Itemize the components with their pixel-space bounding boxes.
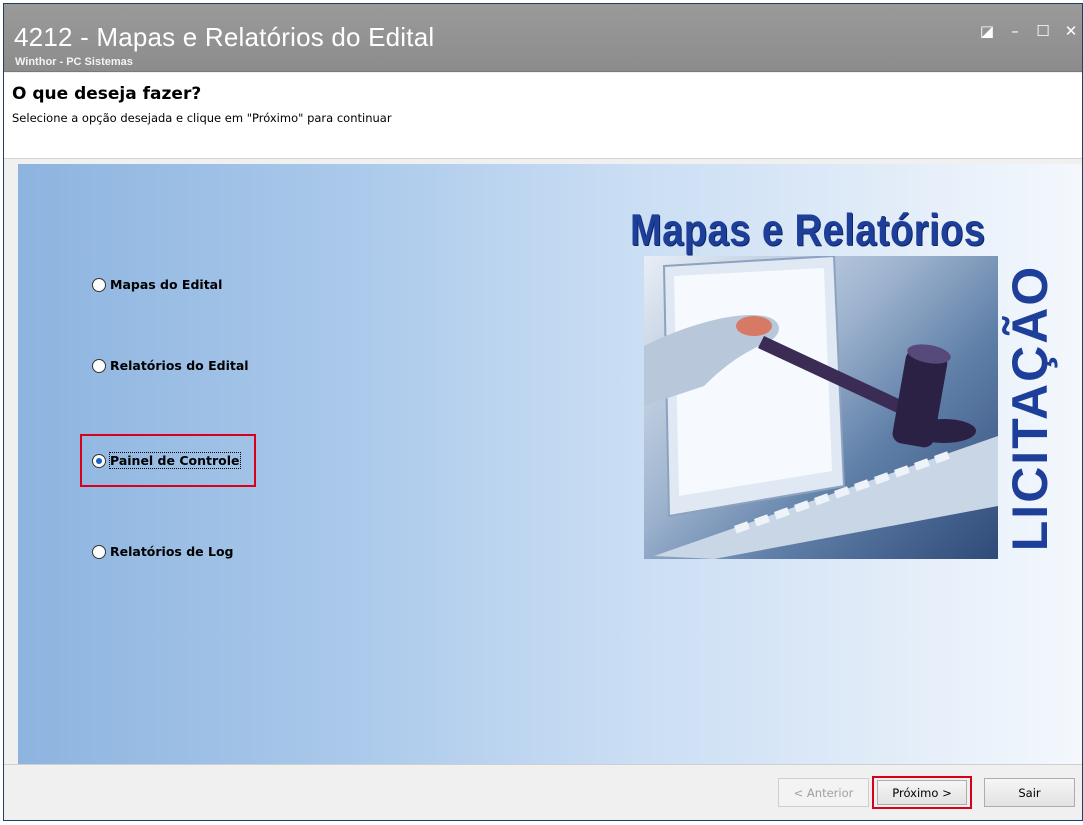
promo-title: Mapas e Relatórios <box>630 206 986 256</box>
radio-button-selected-icon[interactable] <box>92 453 106 468</box>
window-title: 4212 - Mapas e Relatórios do Edital <box>14 22 435 52</box>
app-window: 4212 - Mapas e Relatórios do Edital Wint… <box>3 3 1083 821</box>
minimize-icon[interactable]: – <box>1004 20 1026 42</box>
gavel-keyboard-image <box>644 256 998 559</box>
maximize-icon[interactable]: ☐ <box>1032 20 1054 42</box>
next-button[interactable]: Próximo > <box>877 780 967 805</box>
wizard-instructions: Selecione a opção desejada e clique em "… <box>12 111 392 125</box>
radio-label: Relatórios de Log <box>110 544 234 559</box>
radio-button-icon[interactable] <box>92 544 106 559</box>
radio-label: Painel de Controle <box>109 452 241 469</box>
radio-label: Relatórios do Edital <box>110 358 249 373</box>
back-button[interactable]: < Anterior <box>778 778 869 807</box>
wizard-header: O que deseja fazer? Selecione a opção de… <box>4 73 1082 159</box>
title-bar[interactable]: 4212 - Mapas e Relatórios do Edital Wint… <box>4 4 1082 72</box>
radio-relatorios-de-log[interactable]: Relatórios de Log <box>92 544 234 559</box>
radio-painel-de-controle[interactable]: Painel de Controle <box>92 452 241 469</box>
window-controls: ◪ – ☐ ✕ <box>976 20 1082 44</box>
options-panel: Mapas do Edital Relatórios do Edital Pai… <box>18 164 1082 764</box>
wizard-heading: O que deseja fazer? <box>12 84 202 104</box>
promo-side-text: LICITAÇÃO <box>1002 264 1059 551</box>
close-icon[interactable]: ✕ <box>1060 20 1082 42</box>
gavel-illustration <box>644 256 998 559</box>
radio-label: Mapas do Edital <box>110 277 223 292</box>
window-subtitle: Winthor - PC Sistemas <box>15 56 133 68</box>
exit-button[interactable]: Sair <box>984 778 1075 807</box>
radio-button-icon[interactable] <box>92 277 106 292</box>
wizard-footer: < Anterior Próximo > Sair <box>4 764 1082 820</box>
promo-side-label: LICITAÇÃO <box>998 256 1062 559</box>
radio-button-icon[interactable] <box>92 358 106 373</box>
restore-icon[interactable]: ◪ <box>976 20 998 42</box>
radio-relatorios-do-edital[interactable]: Relatórios do Edital <box>92 358 249 373</box>
radio-mapas-do-edital[interactable]: Mapas do Edital <box>92 277 222 292</box>
